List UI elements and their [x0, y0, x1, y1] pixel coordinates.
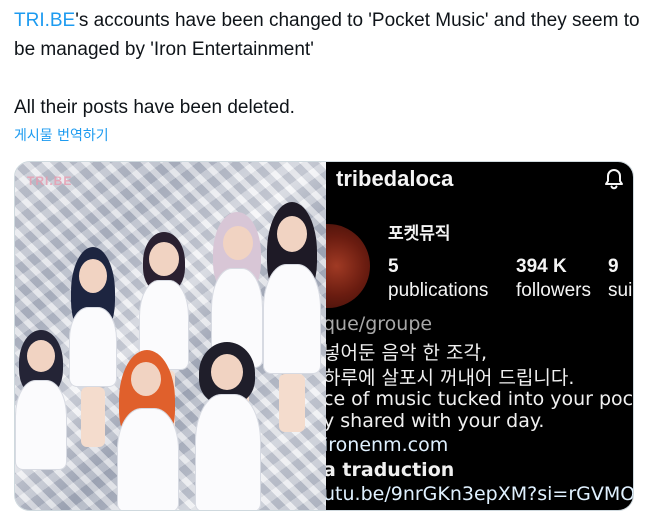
- translate-post-link[interactable]: 게시물 번역하기: [14, 125, 109, 145]
- bio-line: 넣어둔 음악 한 조각,: [326, 342, 487, 364]
- profile-display-name: 포켓뮤직: [388, 224, 451, 244]
- tweet-paragraph-1: TRI.BE's accounts have been changed to '…: [14, 6, 654, 64]
- mention-link[interactable]: TRI.BE: [14, 10, 75, 31]
- tribe-logo: TRI.BE: [27, 174, 73, 188]
- tweet-media[interactable]: TRI.BE tribedaloca 포켓뮤직 5 publications 3…: [14, 161, 634, 511]
- followers-count[interactable]: 394 K: [516, 256, 567, 278]
- instagram-username: tribedaloca: [336, 166, 454, 191]
- posts-count: 5: [388, 256, 399, 277]
- see-translation-link[interactable]: a traduction: [326, 459, 454, 481]
- group-photo[interactable]: TRI.BE: [15, 162, 326, 510]
- following-label[interactable]: sui: [608, 280, 632, 302]
- bell-icon[interactable]: [602, 167, 626, 191]
- tweet-text: TRI.BE's accounts have been changed to '…: [14, 6, 654, 122]
- profile-category: que/groupe: [326, 313, 433, 335]
- posts-label: publications: [388, 280, 489, 301]
- bio-website-link[interactable]: ironenm.com: [326, 434, 448, 456]
- bio-line: y shared with your day.: [326, 410, 545, 432]
- followers-label[interactable]: followers: [516, 280, 591, 302]
- tweet-paragraph-1-text: 's accounts have been changed to 'Pocket…: [14, 10, 640, 60]
- bio-youtube-link[interactable]: utu.be/9nrGKn3epXM?si=rGVMO: [326, 483, 633, 505]
- bio-line: ce of music tucked into your pock: [326, 388, 634, 410]
- following-count[interactable]: 9: [608, 256, 619, 278]
- instagram-profile-screenshot: tribedaloca 포켓뮤직 5 publications 394 K fo…: [326, 162, 634, 510]
- member-figure: [259, 202, 325, 432]
- bio-line: 하루에 살포시 꺼내어 드립니다.: [326, 367, 575, 389]
- member-figure: [113, 350, 183, 510]
- member-figure: [15, 330, 69, 510]
- profile-avatar[interactable]: [326, 224, 370, 308]
- member-figure: [191, 342, 265, 510]
- tweet-paragraph-2: All their posts have been deleted.: [14, 97, 295, 118]
